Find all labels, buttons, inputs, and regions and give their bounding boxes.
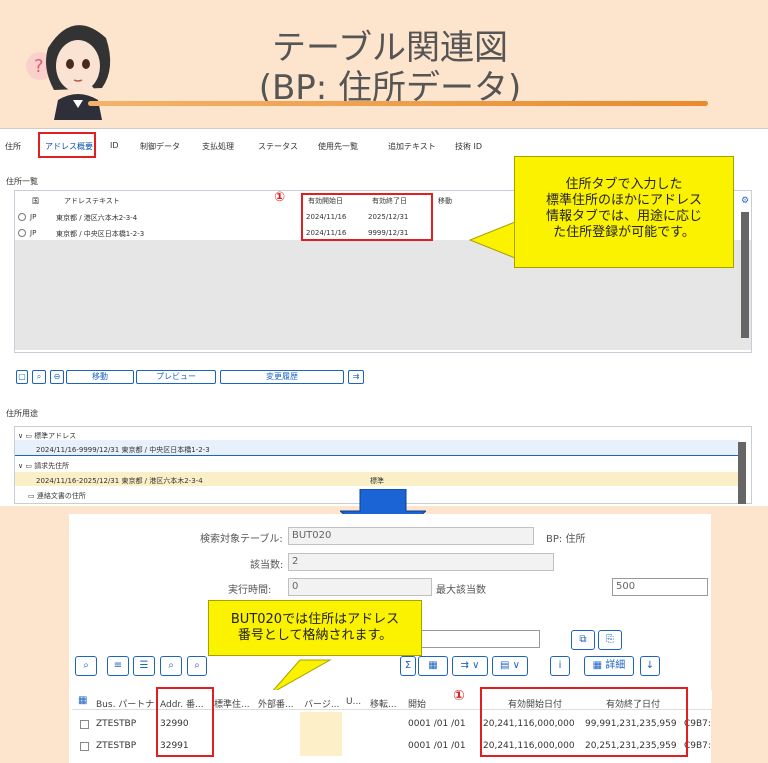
cell-extra: C9B7:	[684, 741, 711, 751]
row-radio[interactable]	[18, 229, 26, 237]
tab-id[interactable]: ID	[110, 141, 119, 150]
export-dropdown[interactable]: ⇉ ∨	[452, 656, 488, 676]
decorative-underline	[88, 101, 708, 106]
highlight-box-tab	[38, 132, 96, 158]
highlight-box-validity	[480, 687, 688, 757]
tab-status[interactable]: ステータス	[258, 141, 298, 152]
grid-settings-icon[interactable]: ▦	[78, 695, 87, 706]
max-hits-field[interactable]: 500	[612, 578, 708, 596]
tree-flag-standard: 標準	[370, 477, 384, 485]
layout-dropdown[interactable]: ▦	[418, 656, 448, 676]
export-icon[interactable]: ⇉	[348, 370, 364, 384]
info-icon[interactable]: i	[550, 656, 570, 676]
row-country: JP	[30, 229, 37, 237]
selection-field[interactable]	[418, 630, 540, 648]
col-move: 移動	[438, 197, 452, 205]
col-standard: 標準住...	[214, 700, 250, 710]
runtime-field[interactable]: 0	[288, 578, 432, 596]
section-address-list: 住所一覧	[6, 177, 38, 186]
new-icon[interactable]: ▢	[16, 370, 28, 384]
version-column-highlight	[300, 712, 342, 756]
cell-start: 0001 /01 /01	[408, 719, 466, 729]
row-checkbox[interactable]	[80, 742, 89, 751]
col-external: 外部番...	[258, 700, 294, 710]
change-history-button[interactable]: 変更履歴	[220, 370, 344, 384]
settings-icon[interactable]: ⚙	[741, 196, 749, 206]
svg-text:?: ?	[34, 56, 44, 77]
col-u: U...	[346, 697, 362, 707]
view-dropdown[interactable]: ▤ ∨	[492, 656, 528, 676]
col-start: 開始	[408, 700, 427, 710]
label-runtime: 実行時間:	[228, 585, 272, 596]
tree-label: 標準アドレス	[34, 432, 77, 440]
table-name-field[interactable]: BUT020	[288, 527, 534, 545]
tab-technical-id[interactable]: 技術 ID	[455, 141, 482, 152]
tree-label: 請求先住所	[34, 462, 70, 470]
col-move: 移転...	[370, 700, 397, 710]
row-address: 東京都 / 港区六本木2-3-4	[56, 214, 138, 222]
tab-where-used[interactable]: 使用先一覧	[318, 141, 358, 152]
cell-extra: C9B7:	[684, 719, 711, 729]
callout-top: 住所タブで入力した 標準住所のほかにアドレス 情報タブでは、用途に応じ た住所登…	[514, 156, 734, 268]
filter-icon[interactable]: ☰	[133, 656, 155, 676]
tree-entry-billing: 2024/11/16-2025/12/31 東京都 / 港区六本木2-3-4	[36, 477, 203, 485]
find-next-icon[interactable]: ⌕	[187, 656, 207, 676]
align-icon[interactable]: ≡	[107, 656, 129, 676]
highlight-box-addr	[156, 687, 214, 757]
label-max-hits: 最大該当数	[436, 585, 486, 596]
search-icon[interactable]: ⌕	[75, 656, 97, 676]
label-search-table: 検索対象テーブル:	[200, 534, 283, 545]
label-hits: 該当数:	[250, 560, 284, 571]
multi-select-icon[interactable]: ⧉	[571, 630, 595, 650]
detail-button[interactable]: ▦ 詳細	[584, 656, 634, 676]
tree-node-billing[interactable]: ∨ ▭ 請求先住所	[18, 461, 69, 471]
cell-partner: ZTESTBP	[96, 741, 137, 751]
move-button[interactable]: 移動	[66, 370, 134, 384]
tab-payment[interactable]: 支払処理	[202, 141, 234, 152]
tree-label: 連絡文書の住所	[36, 492, 86, 500]
table-description: BP: 住所	[546, 534, 586, 545]
highlight-box-dates	[301, 193, 433, 241]
tree-scrollbar[interactable]	[738, 442, 746, 504]
preview-button[interactable]: プレビュー	[136, 370, 216, 384]
tab-additional-text[interactable]: 追加テキスト	[388, 141, 436, 152]
find-icon[interactable]: ⌕	[160, 656, 182, 676]
remove-icon[interactable]: ⊖	[50, 370, 64, 384]
copy-icon[interactable]: ⎘	[598, 630, 622, 650]
tree-node-standard[interactable]: ∨ ▭ 標準アドレス	[18, 431, 76, 441]
row-country: JP	[30, 213, 37, 221]
col-country: 国	[32, 197, 39, 205]
zoom-icon[interactable]: ⌕	[32, 370, 46, 384]
cell-start: 0001 /01 /01	[408, 741, 466, 751]
tree-node-contact[interactable]: ▭ 連絡文書の住所	[28, 491, 86, 501]
col-address-text: アドレステキスト	[64, 197, 120, 205]
detail-label: 詳細	[605, 660, 626, 671]
grid-scrollbar[interactable]	[741, 212, 749, 338]
row-radio[interactable]	[18, 213, 26, 221]
hits-field[interactable]: 2	[288, 553, 554, 571]
cell-partner: ZTESTBP	[96, 719, 137, 729]
sort-icon[interactable]: ↓	[640, 656, 660, 676]
col-version: バージ...	[304, 700, 340, 710]
row-checkbox[interactable]	[80, 720, 89, 729]
section-address-usage: 住所用途	[6, 409, 38, 418]
col-bus-partner: Bus. パートナ	[96, 700, 155, 710]
tree-entry-standard: 2024/11/16-9999/12/31 東京都 / 中央区日本橋1-2-3	[36, 446, 210, 454]
tab-control-data[interactable]: 制御データ	[140, 141, 180, 152]
tab-address[interactable]: 住所	[5, 141, 21, 152]
marker-1-bottom: ①	[453, 688, 465, 704]
callout-bottom: BUT020では住所はアドレス 番号として格納されます。	[208, 600, 422, 656]
row-address: 東京都 / 中央区日本橋1-2-3	[56, 230, 145, 238]
marker-1: ①	[274, 190, 286, 205]
